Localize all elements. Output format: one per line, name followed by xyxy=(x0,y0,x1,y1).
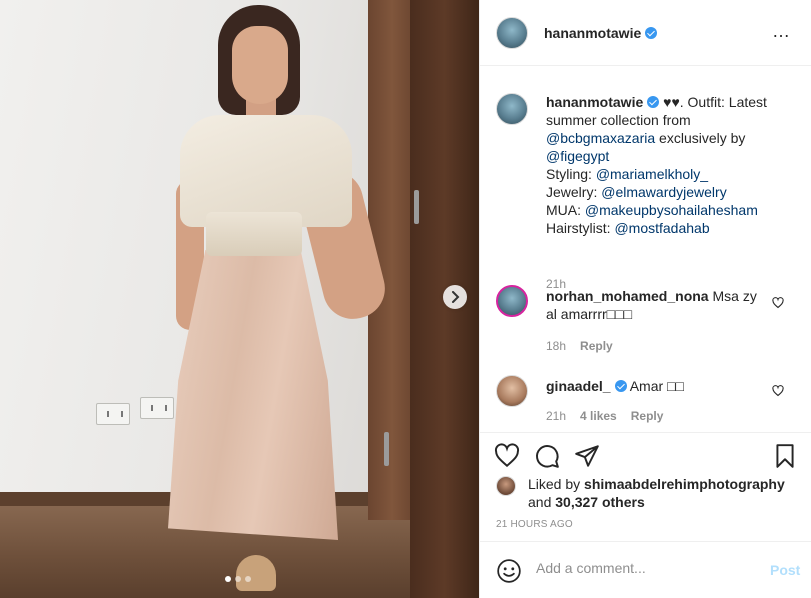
add-comment-bar: Post xyxy=(480,541,811,598)
door-hinge xyxy=(414,190,419,224)
caption-text-exclusive: exclusively by xyxy=(655,130,746,146)
likes-and: and xyxy=(528,494,556,510)
caption-hearts: ♥♥. xyxy=(663,94,684,110)
likes-line-2: and 30,327 others xyxy=(528,494,645,510)
carousel-dot xyxy=(245,576,251,582)
person-waistband xyxy=(206,212,302,256)
likes-line-1: Liked by shimaabdelrehimphotography xyxy=(528,476,785,492)
reply-button[interactable]: Reply xyxy=(631,409,664,423)
post-photo[interactable] xyxy=(0,0,479,598)
mention-link[interactable]: @mariamelkholy_ xyxy=(596,166,708,182)
post-timestamp[interactable]: 21 HOURS AGO xyxy=(496,519,573,530)
verified-badge-icon xyxy=(647,96,660,108)
comment-time[interactable]: 21h xyxy=(546,409,566,423)
share-icon[interactable] xyxy=(574,443,600,469)
post-header: hananmotawie … xyxy=(480,0,811,66)
door-hinge xyxy=(384,432,389,466)
comment-body: Amar □□ xyxy=(626,378,684,394)
caption-styling-label: Styling: xyxy=(546,166,596,182)
liker-avatar[interactable] xyxy=(496,476,516,496)
comment-username[interactable]: ginaadel_ xyxy=(546,378,611,394)
verified-badge-icon xyxy=(645,27,658,39)
verified-badge-icon xyxy=(614,380,627,392)
wall-outlet xyxy=(140,397,174,419)
person-shoe xyxy=(236,555,276,591)
chevron-right-icon xyxy=(452,291,460,303)
mention-link[interactable]: @bcbgmaxazaria xyxy=(546,130,655,146)
heart-icon[interactable] xyxy=(772,297,784,309)
liker-username[interactable]: shimaabdelrehimphotography xyxy=(584,476,785,492)
next-slide-button[interactable] xyxy=(443,285,467,309)
comment-text: norhan_mohamed_nona Msa zy al amarrrr□□□ xyxy=(546,287,770,323)
comment-likes[interactable]: 4 likes xyxy=(580,409,617,423)
commenter-avatar[interactable] xyxy=(496,285,528,317)
caption-text: hananmotawie ♥♥. Outfit: Latest summer c… xyxy=(546,93,770,237)
comment-meta: 18h Reply xyxy=(546,339,613,353)
carousel-dot-active xyxy=(225,576,231,582)
likes-prefix: Liked by xyxy=(528,476,585,492)
comment-time[interactable]: 18h xyxy=(546,339,566,353)
action-bar xyxy=(480,432,811,478)
heart-icon[interactable] xyxy=(772,385,784,397)
mention-link[interactable]: @elmawardyjewelry xyxy=(601,184,726,200)
reply-button[interactable]: Reply xyxy=(580,339,613,353)
post-side-panel: hananmotawie … hananmotawie ♥♥. Outfit: … xyxy=(479,0,811,598)
wall-outlet xyxy=(96,403,130,425)
mention-link[interactable]: @mostfadahab xyxy=(614,220,709,236)
person-face xyxy=(232,26,288,104)
carousel-dots xyxy=(225,576,251,582)
bookmark-icon[interactable] xyxy=(772,443,798,469)
comment-text: ginaadel_ Amar □□ xyxy=(546,377,770,395)
caption-username[interactable]: hananmotawie xyxy=(546,94,643,110)
likes-count[interactable]: 30,327 others xyxy=(555,494,645,510)
caption-avatar[interactable] xyxy=(496,93,528,125)
caption-jewelry-label: Jewelry: xyxy=(546,184,602,200)
caption-hair-label: Hairstylist: xyxy=(546,220,615,236)
comments-list[interactable]: hananmotawie ♥♥. Outfit: Latest summer c… xyxy=(480,67,811,432)
author-username-row[interactable]: hananmotawie xyxy=(544,25,658,41)
comment-username[interactable]: norhan_mohamed_nona xyxy=(546,288,709,304)
more-options-icon[interactable]: … xyxy=(772,22,791,40)
author-username[interactable]: hananmotawie xyxy=(544,25,641,41)
post-comment-button[interactable]: Post xyxy=(770,562,800,578)
emoji-icon[interactable] xyxy=(496,558,522,584)
carousel-dot xyxy=(235,576,241,582)
comment-input[interactable] xyxy=(536,560,756,576)
comment-meta: 21h 4 likes Reply xyxy=(546,409,663,423)
heart-icon[interactable] xyxy=(494,443,520,469)
commenter-avatar[interactable] xyxy=(496,375,528,407)
person-blouse xyxy=(180,115,352,227)
mention-link[interactable]: @figegypt xyxy=(546,148,609,164)
caption-mua-label: MUA: xyxy=(546,202,585,218)
author-avatar[interactable] xyxy=(496,17,528,49)
comment-icon[interactable] xyxy=(534,443,560,469)
mention-link[interactable]: @makeupbysohailahesham xyxy=(585,202,758,218)
